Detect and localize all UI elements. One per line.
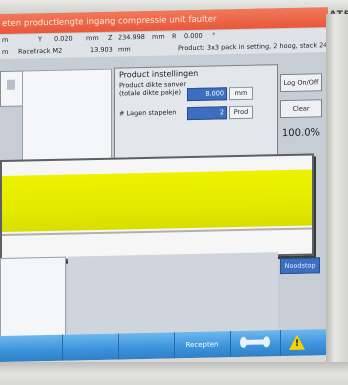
nootstop-button[interactable]: Noodstop bbox=[280, 257, 320, 275]
toolbar-button-1[interactable] bbox=[0, 334, 63, 362]
recepten-button[interactable]: Recepten bbox=[174, 331, 231, 359]
settings-title: Product instellingen bbox=[119, 68, 199, 80]
indicator-icon bbox=[7, 79, 15, 90]
thickness-unit: mm bbox=[229, 86, 253, 101]
track-value: 13.903 bbox=[90, 45, 113, 55]
bezel-right bbox=[326, 14, 348, 385]
axis-value-z: 234.998 bbox=[118, 32, 145, 42]
product-status: Product: 3x3 pack in setting, 2 hoog, st… bbox=[178, 41, 328, 53]
track-unit: mm bbox=[118, 45, 131, 54]
axis-value-r: 0.000 bbox=[184, 31, 203, 41]
speed-percentage: 100.0% bbox=[281, 127, 321, 140]
status-unit: m bbox=[2, 35, 9, 44]
layers-label: # Lagen stapelen bbox=[119, 108, 177, 118]
alarm-text: eten productlengte ingang compressie uni… bbox=[2, 14, 217, 29]
axis-label-y: Y bbox=[38, 35, 42, 44]
toolbar-button-2[interactable] bbox=[62, 333, 119, 361]
wrench-icon bbox=[244, 339, 266, 345]
axis-value-y: 0.020 bbox=[54, 34, 73, 43]
service-button[interactable] bbox=[230, 330, 281, 358]
axis-unit-r: ° bbox=[212, 31, 216, 40]
axis-unit-z: mm bbox=[152, 32, 165, 41]
product-settings-panel: Product instellingen Product dikte sanve… bbox=[114, 64, 278, 166]
machine-view-panel bbox=[22, 68, 112, 163]
bottom-toolbar: Recepten ! bbox=[0, 329, 328, 362]
message-dialog[interactable] bbox=[0, 153, 314, 262]
thickness-sublabel: (totale dikte pakje) bbox=[119, 88, 181, 98]
axis-label-r: R bbox=[172, 32, 177, 41]
status-unit: m bbox=[2, 47, 9, 56]
dialog-message-band bbox=[2, 169, 312, 232]
axis-label-z: Z bbox=[108, 33, 113, 42]
hmi-screen: eten productlengte ingang compressie uni… bbox=[0, 7, 328, 362]
track-name: Racetrack M2 bbox=[18, 46, 63, 56]
layers-input[interactable]: 2 bbox=[187, 106, 227, 121]
thickness-input[interactable]: 8.000 bbox=[187, 87, 227, 102]
layers-unit: Prod bbox=[229, 105, 253, 120]
bezel-bottom bbox=[0, 362, 348, 385]
warning-mark: ! bbox=[295, 338, 300, 349]
toolbar-button-3[interactable] bbox=[118, 332, 175, 360]
log-on-off-button[interactable]: Log On/Off bbox=[280, 73, 322, 93]
clear-button[interactable]: Clear bbox=[280, 99, 322, 119]
axis-unit-y: mm bbox=[86, 33, 99, 43]
side-indicator[interactable] bbox=[0, 70, 24, 107]
